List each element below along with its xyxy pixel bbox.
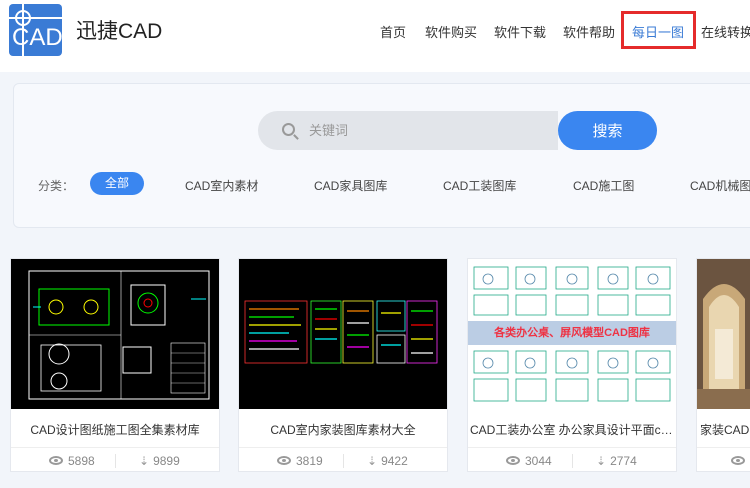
nav-daily-image[interactable]: 每日一图: [632, 22, 684, 41]
card-stats: 3819 ⇣ 9422: [239, 447, 447, 473]
card-title[interactable]: CAD室内家装图库素材大全: [239, 421, 447, 438]
card-stats: 5898 ⇣ 9899: [11, 447, 219, 473]
search-input[interactable]: [309, 111, 549, 150]
download-icon: ⇣: [596, 454, 607, 468]
view-count: [731, 454, 750, 468]
download-count: ⇣ 9899: [139, 454, 180, 468]
search-icon: [282, 123, 295, 136]
resource-card[interactable]: CAD设计图纸施工图全集素材库 5898 ⇣ 9899: [10, 258, 220, 472]
card-thumbnail[interactable]: [239, 259, 447, 409]
nav-download[interactable]: 软件下载: [494, 22, 546, 41]
view-count: 3819: [277, 454, 323, 468]
view-count: 3044: [506, 454, 552, 468]
logo[interactable]: CAD: [9, 4, 62, 56]
download-icon: ⇣: [139, 454, 150, 468]
card-stats: [697, 447, 750, 473]
nav-buy[interactable]: 软件购买: [425, 22, 477, 41]
nav-help[interactable]: 软件帮助: [563, 22, 615, 41]
download-icon: ⇣: [367, 454, 378, 468]
divider: [115, 454, 116, 468]
download-count-value: 2774: [610, 454, 637, 468]
thumbnail-banner: 各类办公桌、屏风模型CAD图库: [468, 321, 676, 345]
view-count-value: 3819: [296, 454, 323, 468]
eye-icon: [731, 456, 745, 466]
card-stats: 3044 ⇣ 2774: [468, 447, 676, 473]
eye-icon: [49, 456, 63, 466]
logo-text: CAD: [12, 24, 62, 51]
eye-icon: [506, 456, 520, 466]
card-title[interactable]: CAD设计图纸施工图全集素材库: [11, 421, 219, 438]
card-thumbnail[interactable]: [11, 259, 219, 409]
view-count: 5898: [49, 454, 95, 468]
card-thumbnail[interactable]: [697, 259, 750, 409]
download-count: ⇣ 9422: [367, 454, 408, 468]
category-tooling[interactable]: CAD工装图库: [443, 177, 516, 194]
search-button[interactable]: 搜索: [558, 111, 657, 150]
category-all[interactable]: 全部: [90, 172, 144, 195]
nav-online-convert[interactable]: 在线转换: [701, 22, 750, 41]
divider: [572, 454, 573, 468]
view-count-value: 5898: [68, 454, 95, 468]
card-thumbnail[interactable]: 各类办公桌、屏风模型CAD图库: [468, 259, 676, 409]
brand-name[interactable]: 迅捷CAD: [76, 15, 162, 45]
nav-home[interactable]: 首页: [380, 22, 406, 41]
search-panel: [13, 83, 750, 228]
category-label: 分类：: [38, 179, 75, 193]
download-count: ⇣ 2774: [596, 454, 637, 468]
card-title[interactable]: CAD工装办公室 办公家具设计平面ca...: [468, 421, 676, 438]
category-interior[interactable]: CAD室内素材: [185, 177, 258, 194]
eye-icon: [277, 456, 291, 466]
category-mechanical[interactable]: CAD机械图: [690, 177, 750, 194]
resource-card[interactable]: 家装CAD: [696, 258, 750, 472]
site-header: CAD 迅捷CAD 首页 软件购买 软件下载 软件帮助 每日一图 在线转换: [0, 0, 750, 72]
category-construction[interactable]: CAD施工图: [573, 177, 634, 194]
view-count-value: 3044: [525, 454, 552, 468]
resource-card[interactable]: CAD室内家装图库素材大全 3819 ⇣ 9422: [238, 258, 448, 472]
download-count-value: 9422: [381, 454, 408, 468]
category-furniture[interactable]: CAD家具图库: [314, 177, 387, 194]
resource-card[interactable]: 各类办公桌、屏风模型CAD图库 CAD工装办公室 办公家具设计平面ca... 3…: [467, 258, 677, 472]
divider: [343, 454, 344, 468]
download-count-value: 9899: [153, 454, 180, 468]
card-title[interactable]: 家装CAD: [697, 421, 750, 438]
